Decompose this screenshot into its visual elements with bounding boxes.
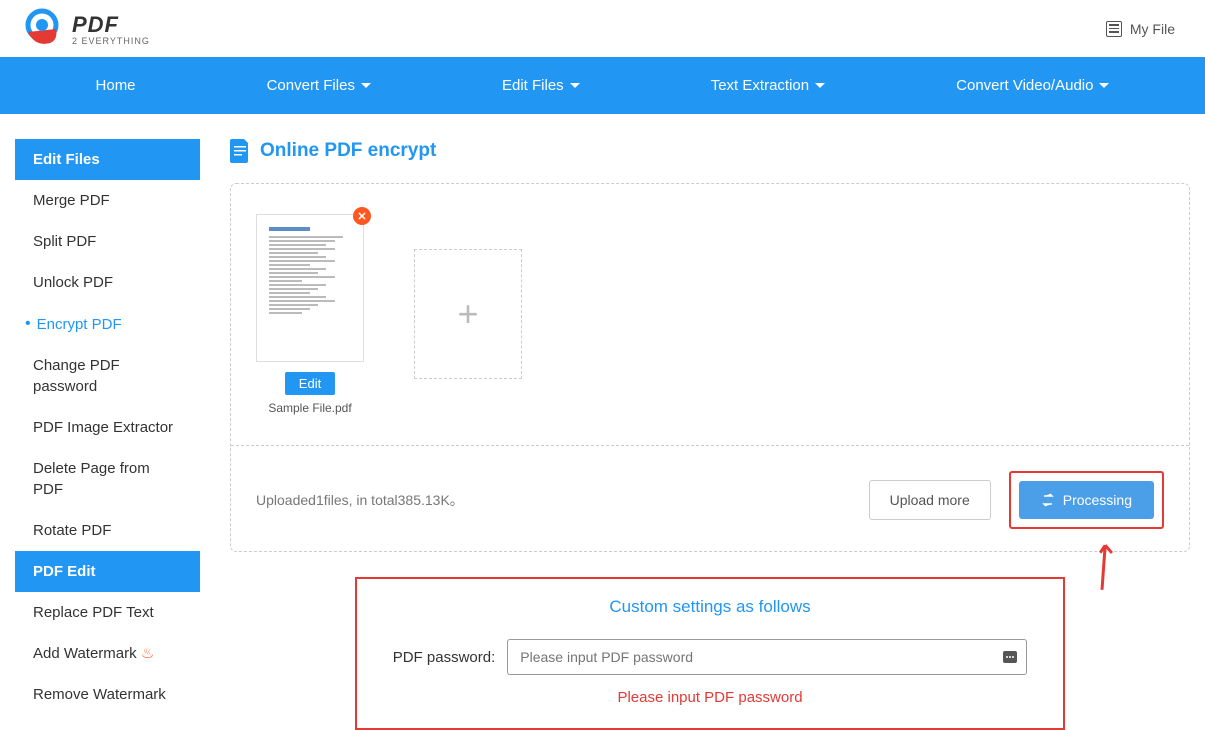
nav-home[interactable]: Home	[96, 77, 136, 94]
upload-status: Uploaded1files, in total385.13K。	[256, 490, 464, 510]
sidebar-item-unlock[interactable]: Unlock PDF	[15, 262, 200, 303]
sidebar-item-merge[interactable]: Merge PDF	[15, 180, 200, 221]
sidebar-item-encrypt[interactable]: Encrypt PDF	[15, 303, 200, 345]
logo-icon	[20, 7, 64, 51]
nav-convert-files[interactable]: Convert Files	[267, 77, 371, 94]
upload-more-button[interactable]: Upload more	[869, 480, 991, 520]
file-name: Sample File.pdf	[268, 401, 351, 415]
chevron-down-icon	[1099, 83, 1109, 88]
sidebar-item-split[interactable]: Split PDF	[15, 221, 200, 262]
add-file-button[interactable]: +	[414, 249, 522, 379]
flame-icon: ♨	[141, 645, 154, 662]
my-file-label: My File	[1130, 21, 1175, 37]
chevron-down-icon	[815, 83, 825, 88]
sidebar-item-rotate[interactable]: Rotate PDF	[15, 510, 200, 551]
swap-icon	[1041, 493, 1055, 507]
sidebar-item-change-password[interactable]: Change PDF password	[15, 345, 200, 407]
chevron-down-icon	[570, 83, 580, 88]
nav-text-extraction[interactable]: Text Extraction	[711, 77, 825, 94]
sidebar-item-image-extractor[interactable]: PDF Image Extractor	[15, 407, 200, 448]
logo[interactable]: PDF 2 EVERYTHING	[20, 7, 150, 51]
sidebar-item-replace-text[interactable]: Replace PDF Text	[15, 592, 200, 633]
logo-subtitle: 2 EVERYTHING	[72, 36, 150, 46]
settings-panel: Custom settings as follows PDF password:…	[355, 577, 1065, 730]
sidebar-item-remove-watermark[interactable]: Remove Watermark	[15, 674, 200, 715]
main-nav: Home Convert Files Edit Files Text Extra…	[0, 57, 1205, 114]
edit-file-button[interactable]: Edit	[285, 372, 335, 395]
password-label: PDF password:	[393, 649, 496, 666]
nav-edit-files[interactable]: Edit Files	[502, 77, 580, 94]
processing-button[interactable]: Processing	[1019, 481, 1154, 519]
password-input[interactable]	[507, 639, 1027, 675]
page-title: Online PDF encrypt	[260, 140, 436, 162]
sidebar-header-edit: Edit Files	[15, 139, 200, 180]
chevron-down-icon	[361, 83, 371, 88]
list-icon	[1106, 21, 1122, 37]
logo-title: PDF	[72, 12, 150, 38]
sidebar: Edit Files Merge PDF Split PDF Unlock PD…	[15, 139, 200, 730]
sidebar-header-pdf-edit: PDF Edit	[15, 551, 200, 592]
file-card: ✕ Edit Sample File.pdf	[256, 214, 364, 415]
nav-convert-video[interactable]: Convert Video/Audio	[956, 77, 1109, 94]
settings-title: Custom settings as follows	[387, 597, 1033, 617]
processing-highlight: Processing	[1009, 471, 1164, 529]
sidebar-item-delete-page[interactable]: Delete Page from PDF	[15, 448, 200, 510]
plus-icon: +	[457, 293, 478, 335]
my-file-link[interactable]: My File	[1096, 16, 1185, 42]
error-message: Please input PDF password	[387, 689, 1033, 706]
file-thumbnail[interactable]: ✕	[256, 214, 364, 362]
document-icon	[230, 139, 250, 163]
keyboard-icon[interactable]	[1003, 651, 1017, 663]
remove-file-button[interactable]: ✕	[353, 207, 371, 225]
sidebar-item-add-watermark[interactable]: Add Watermark ♨	[15, 633, 200, 674]
upload-area: ✕ Edit Sample File.pdf	[230, 183, 1190, 552]
